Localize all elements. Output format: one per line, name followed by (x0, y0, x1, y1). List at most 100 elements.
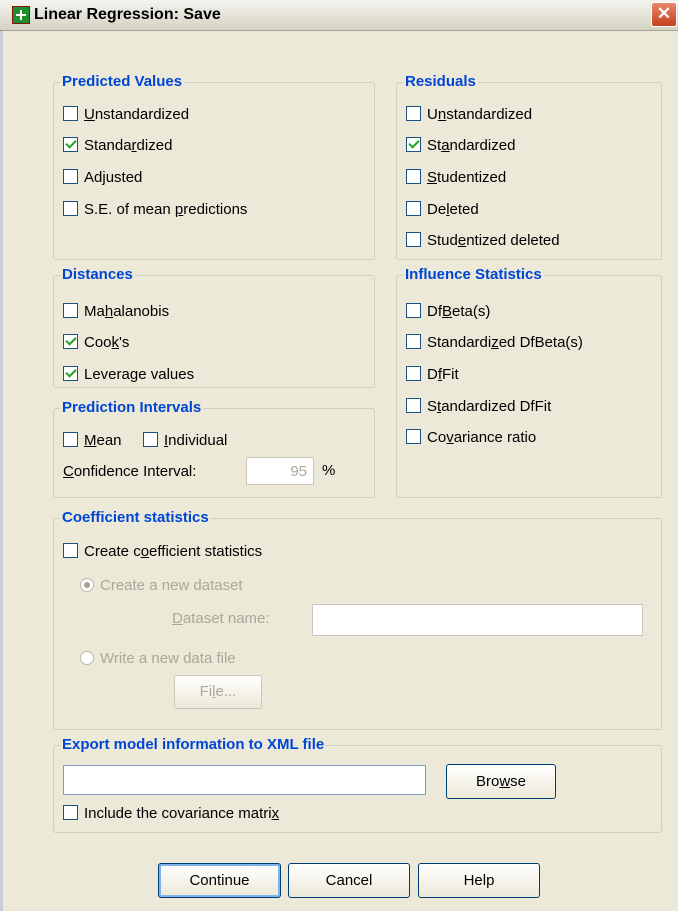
checkbox-unchecked (63, 169, 78, 184)
option-label: Studentized (427, 169, 507, 186)
checkbox-checked (63, 334, 78, 349)
distances-legend: Distances (60, 266, 135, 283)
confidence-interval-value: 95 (290, 463, 307, 480)
checkbox-checked (63, 137, 78, 152)
option-label: S.E. of mean predictions (84, 201, 248, 218)
option-label: Deleted (427, 201, 479, 218)
window-title: Linear Regression: Save (34, 6, 221, 23)
create-new-dataset-label: Create a new dataset (100, 577, 243, 594)
cancel-button[interactable]: Cancel (288, 863, 410, 898)
option-label: Leverage values (84, 366, 195, 383)
file-button[interactable]: File... (174, 675, 262, 709)
title-bar: Linear Regression: Save ✕ (0, 0, 678, 31)
pv-se-mean-predictions-checkbox[interactable]: S.E. of mean predictions (63, 201, 247, 218)
pv-adjusted-checkbox[interactable]: Adjusted (63, 169, 142, 186)
close-button[interactable]: ✕ (651, 2, 677, 27)
checkbox-unchecked (406, 429, 421, 444)
percent-sign: % (322, 462, 336, 479)
confidence-interval-label: Confidence Interval: (63, 463, 196, 480)
option-label: DfFit (427, 366, 459, 383)
write-new-data-file-label: Write a new data file (100, 650, 236, 667)
checkbox-checked (406, 137, 421, 152)
continue-button[interactable]: Continue (158, 863, 281, 898)
inf-standardized-dfbeta-checkbox[interactable]: Standardized DfBeta(s) (406, 334, 583, 351)
res-deleted-checkbox[interactable]: Deleted (406, 201, 479, 218)
res-studentized-checkbox[interactable]: Studentized (406, 169, 506, 186)
dataset-name-input[interactable] (312, 604, 643, 636)
help-button[interactable]: Help (418, 863, 540, 898)
option-label: Standardized (84, 137, 173, 154)
option-label: Standardized DfBeta(s) (427, 334, 583, 351)
include-covariance-matrix-checkbox[interactable]: Include the covariance matrix (63, 805, 279, 822)
coefficient-statistics-group: Coefficient statistics Create coefficien… (53, 509, 662, 730)
option-label: Covariance ratio (427, 429, 537, 446)
coefficient-statistics-legend: Coefficient statistics (60, 509, 211, 526)
option-label: Individual (164, 432, 228, 449)
checkbox-unchecked (63, 303, 78, 318)
xml-file-path-input[interactable] (63, 765, 426, 795)
checkbox-unchecked (406, 303, 421, 318)
inf-standardized-dffit-checkbox[interactable]: Standardized DfFit (406, 398, 551, 415)
create-coefficient-statistics-checkbox[interactable]: Create coefficient statistics (63, 543, 262, 560)
browse-button[interactable]: Browse (446, 764, 556, 799)
checkbox-unchecked (406, 232, 421, 247)
option-label: Unstandardized (427, 106, 533, 123)
dist-mahalanobis-checkbox[interactable]: Mahalanobis (63, 303, 169, 320)
dist-leverage-checkbox[interactable]: Leverage values (63, 366, 194, 383)
checkbox-unchecked (406, 201, 421, 216)
prediction-intervals-group: Prediction Intervals Mean Individual Con… (53, 399, 375, 498)
inf-covariance-ratio-checkbox[interactable]: Covariance ratio (406, 429, 536, 446)
window-frame (0, 30, 3, 911)
export-xml-group: Export model information to XML file Bro… (53, 736, 662, 833)
checkbox-unchecked (63, 805, 78, 820)
predicted-values-group: Predicted Values Unstandardized Standard… (53, 73, 375, 260)
inf-dfbeta-checkbox[interactable]: DfBeta(s) (406, 303, 490, 320)
option-label: Mahalanobis (84, 303, 170, 320)
res-standardized-checkbox[interactable]: Standardized (406, 137, 515, 154)
res-studentized-deleted-checkbox[interactable]: Studentized deleted (406, 232, 560, 249)
checkbox-unchecked (143, 432, 158, 447)
checkbox-unchecked (406, 169, 421, 184)
option-label: Unstandardized (84, 106, 190, 123)
write-new-data-file-radio[interactable]: Write a new data file (80, 650, 236, 667)
option-label: File... (199, 683, 237, 700)
checkbox-unchecked (406, 106, 421, 121)
checkbox-checked (63, 366, 78, 381)
option-label: Create coefficient statistics (84, 543, 263, 560)
option-label: Mean (84, 432, 122, 449)
distances-group: Distances Mahalanobis Cook's Leverage va… (53, 266, 375, 388)
residuals-group: Residuals Unstandardized Standardized St… (396, 73, 662, 260)
option-label: Browse (475, 773, 527, 790)
radio-indicator (80, 578, 94, 592)
option-label: DfBeta(s) (427, 303, 491, 320)
dist-cooks-checkbox[interactable]: Cook's (63, 334, 129, 351)
checkbox-unchecked (63, 106, 78, 121)
checkbox-unchecked (406, 334, 421, 349)
prediction-intervals-legend: Prediction Intervals (60, 399, 204, 416)
pi-mean-checkbox[interactable]: Mean (63, 432, 122, 449)
radio-indicator (80, 651, 94, 665)
spss-app-icon (12, 6, 30, 24)
checkbox-unchecked (406, 366, 421, 381)
residuals-legend: Residuals (403, 73, 478, 90)
option-label: Studentized deleted (427, 232, 560, 249)
pv-unstandardized-checkbox[interactable]: Unstandardized (63, 106, 189, 123)
checkbox-unchecked (63, 543, 78, 558)
pi-individual-checkbox[interactable]: Individual (143, 432, 227, 449)
res-unstandardized-checkbox[interactable]: Unstandardized (406, 106, 532, 123)
checkbox-unchecked (63, 432, 78, 447)
influence-statistics-legend: Influence Statistics (403, 266, 544, 283)
checkbox-unchecked (63, 201, 78, 216)
checkbox-unchecked (406, 398, 421, 413)
inf-dffit-checkbox[interactable]: DfFit (406, 366, 459, 383)
pv-standardized-checkbox[interactable]: Standardized (63, 137, 172, 154)
dataset-name-label: Dataset name: (172, 610, 270, 627)
option-label: Standardized (427, 137, 516, 154)
option-label: Cook's (84, 334, 130, 351)
option-label: Standardized DfFit (427, 398, 552, 415)
create-new-dataset-radio[interactable]: Create a new dataset (80, 577, 243, 594)
confidence-interval-input[interactable]: 95 (246, 457, 314, 485)
option-label: Dataset name: (172, 610, 270, 627)
predicted-values-legend: Predicted Values (60, 73, 185, 90)
option-label: Include the covariance matrix (84, 805, 280, 822)
